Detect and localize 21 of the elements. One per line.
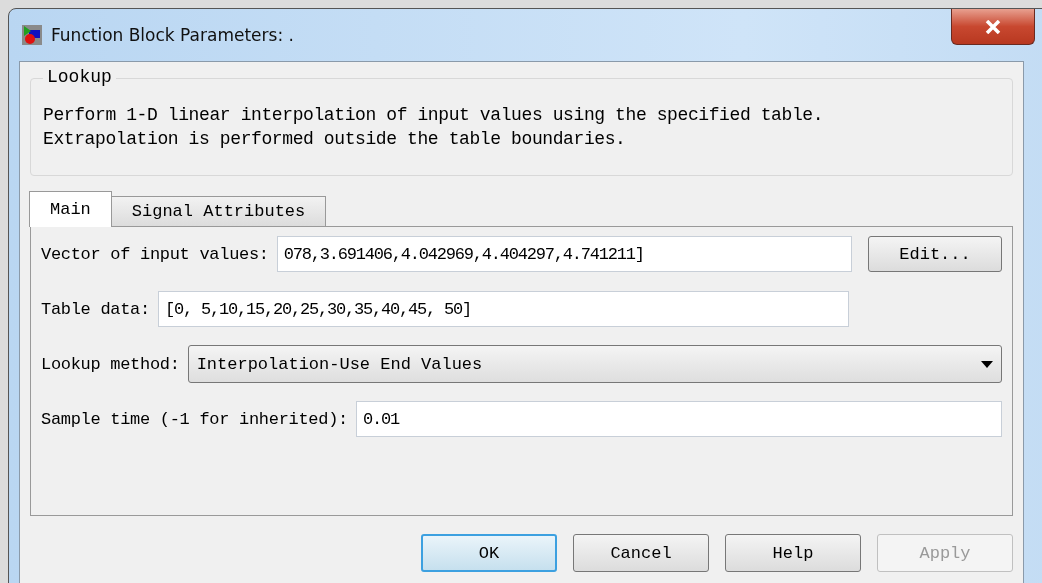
tab[interactable]: Main (29, 191, 112, 227)
field-label: Lookup method: (41, 354, 180, 374)
input-field[interactable]: [0, 5,10,15,20,25,30,35,40,45, 50] (157, 291, 849, 327)
block-icon (21, 24, 43, 46)
group-title: Lookup (43, 67, 116, 87)
dialog-button[interactable]: OK (421, 534, 557, 572)
caret-icon (981, 360, 993, 368)
edit-button[interactable]: Edit... (868, 236, 1002, 272)
dialog-button[interactable]: Help (725, 534, 861, 572)
dropdown[interactable]: Interpolation-Use End Values (187, 345, 1002, 383)
field-label: Vector of input values: (41, 244, 269, 264)
field-label: Table data: (41, 299, 150, 319)
close-icon (985, 19, 1001, 34)
field-label: Sample time (-1 for inherited): (41, 409, 348, 429)
tab[interactable]: Signal Attributes (110, 196, 327, 226)
input-field[interactable]: 0.01 (355, 401, 1002, 437)
input-field[interactable]: 078,3.691406,4.042969,4.404297,4.741211] (276, 236, 852, 272)
window-title: Function Block Parameters: . (51, 25, 294, 45)
close-button[interactable] (951, 9, 1035, 45)
dialog-button[interactable]: Cancel (573, 534, 709, 572)
description-text: Perform 1-D linear interpolation of input values using the specified table. Extrapolation is performed outside the table boundaries. (43, 104, 825, 151)
